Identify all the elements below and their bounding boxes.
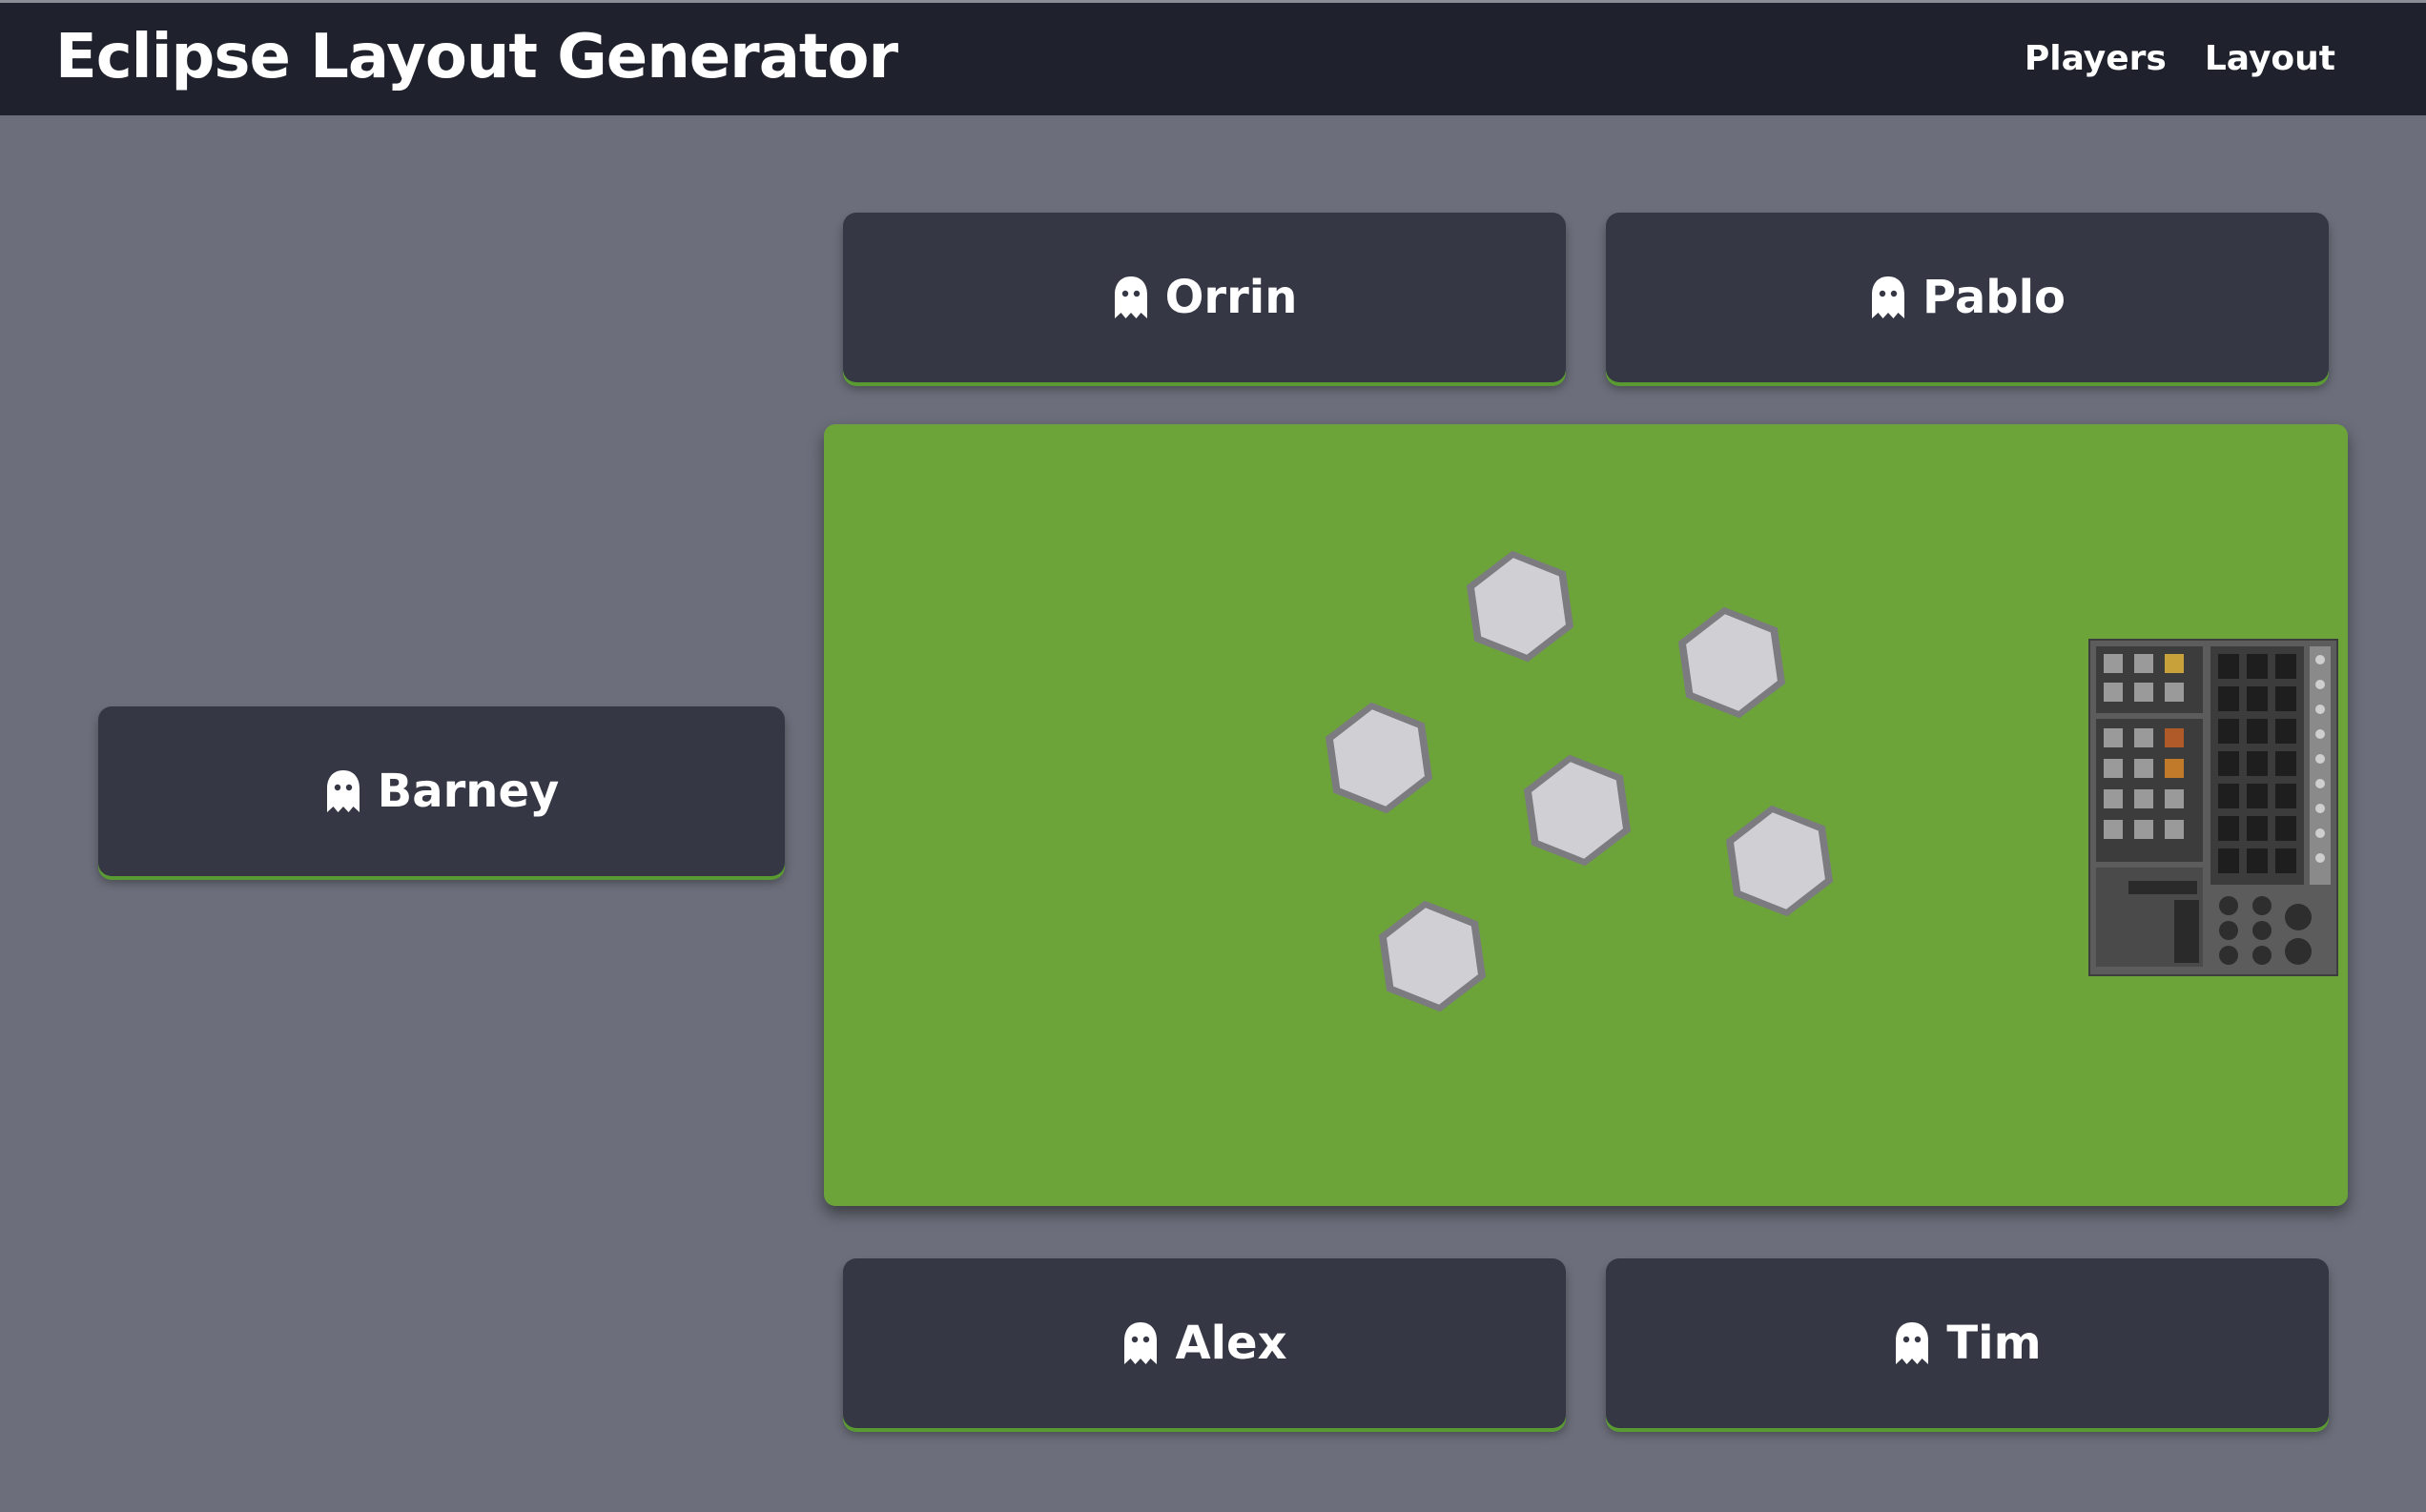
- ghost-icon: [1869, 275, 1907, 320]
- ghost-icon: [324, 768, 362, 814]
- game-board: [824, 424, 2348, 1206]
- hex-tile[interactable]: [1663, 594, 1801, 732]
- player-name: Tim: [1946, 1317, 2042, 1370]
- player-card-pablo[interactable]: Pablo: [1606, 213, 2329, 382]
- hex-tile[interactable]: [1509, 742, 1647, 880]
- player-card-tim[interactable]: Tim: [1606, 1258, 2329, 1428]
- player-name: Alex: [1175, 1317, 1287, 1370]
- ghost-icon: [1121, 1320, 1160, 1366]
- hex-tile[interactable]: [1364, 888, 1502, 1026]
- player-card-alex[interactable]: Alex: [843, 1258, 1566, 1428]
- nav-link-layout[interactable]: Layout: [2205, 39, 2335, 78]
- hex-tile[interactable]: [1451, 538, 1590, 676]
- player-board-image: [2090, 641, 2336, 974]
- app-title[interactable]: Eclipse Layout Generator: [55, 22, 898, 92]
- ghost-icon: [1112, 275, 1150, 320]
- player-board[interactable]: [2088, 639, 2338, 976]
- hex-tile[interactable]: [1711, 792, 1849, 930]
- hex-tile[interactable]: [1310, 689, 1449, 828]
- player-name: Barney: [377, 765, 560, 818]
- ghost-icon: [1893, 1320, 1931, 1366]
- main-nav: Players Layout: [2025, 39, 2335, 78]
- player-card-orrin[interactable]: Orrin: [843, 213, 1566, 382]
- player-name: Pablo: [1922, 271, 2066, 324]
- player-card-barney[interactable]: Barney: [98, 706, 785, 876]
- player-name: Orrin: [1164, 271, 1298, 324]
- top-navbar: Eclipse Layout Generator Players Layout: [0, 0, 2426, 115]
- nav-link-players[interactable]: Players: [2025, 39, 2167, 78]
